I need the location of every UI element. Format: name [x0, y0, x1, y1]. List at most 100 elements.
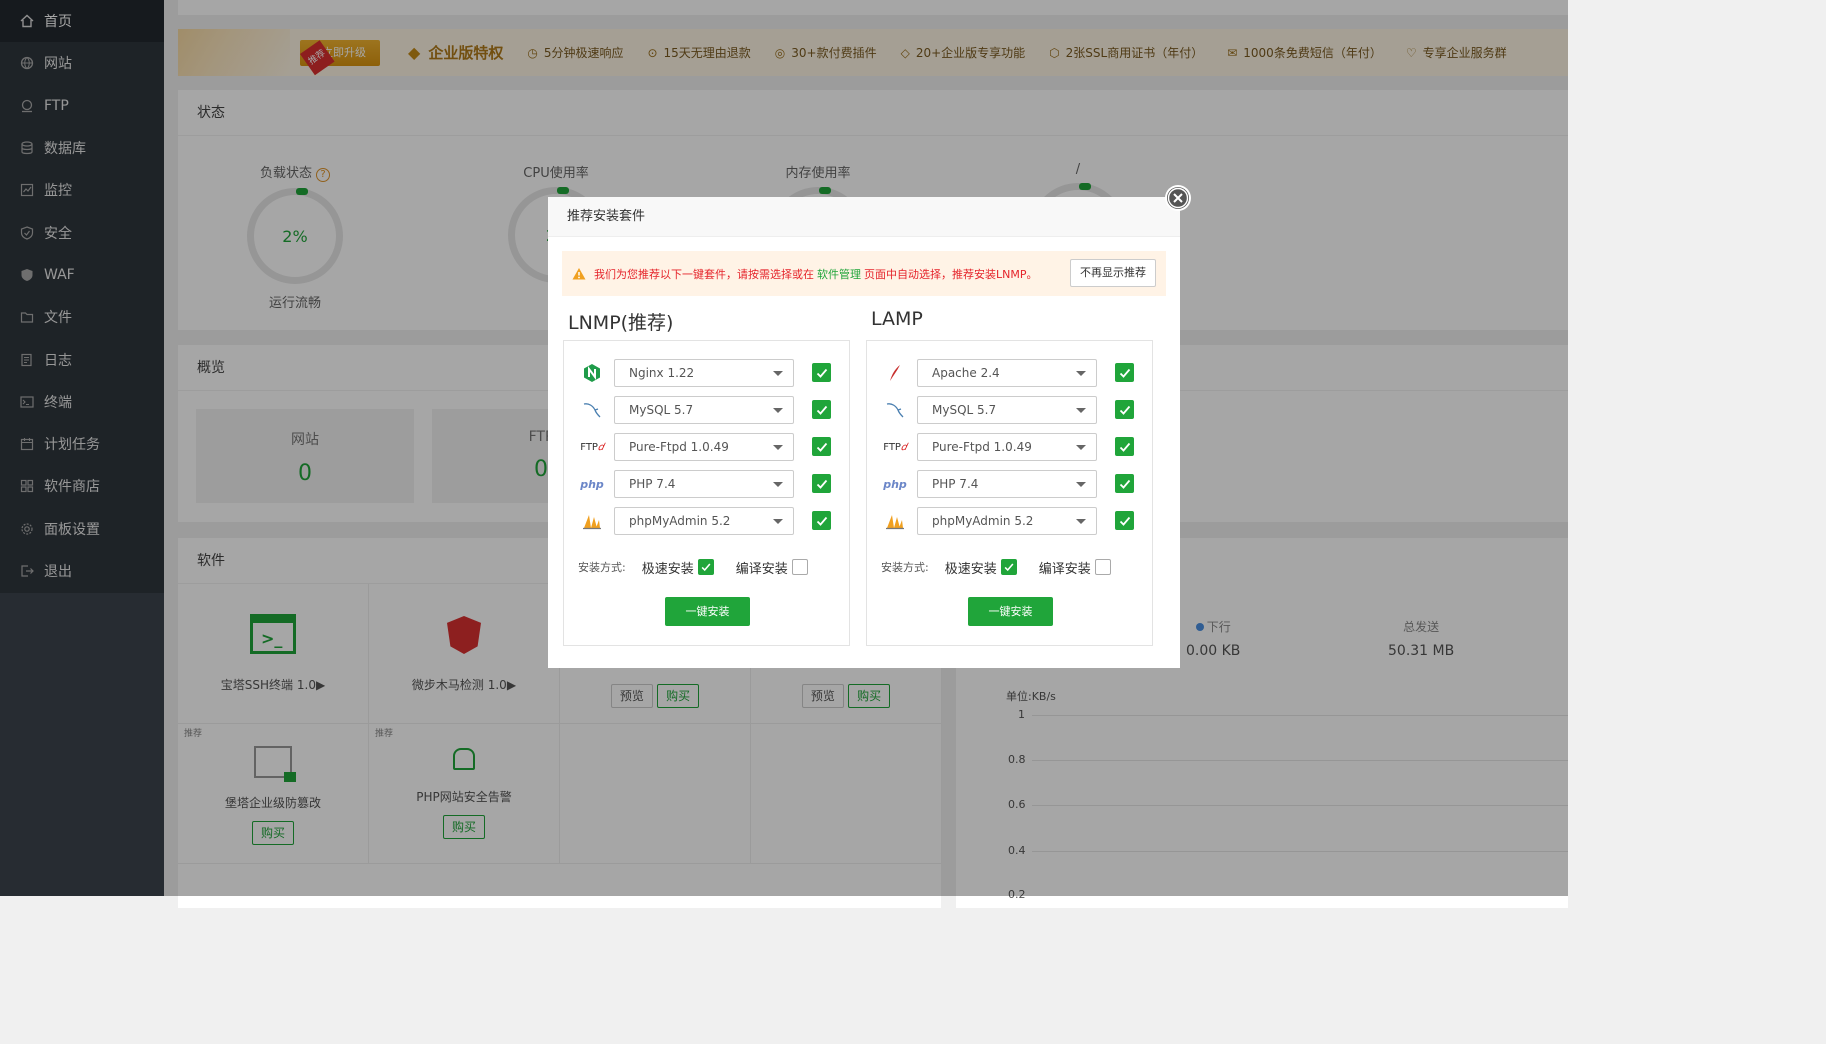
php-checkbox[interactable] [1115, 474, 1134, 493]
apache-version-select[interactable]: Apache 2.4 [917, 359, 1097, 387]
phpmyadmin-icon [578, 510, 606, 532]
php-icon: php [883, 477, 907, 491]
install-method: 安装方式: 极速安装 编译安装 [881, 555, 1151, 579]
pureftpd-checkbox[interactable] [1115, 437, 1134, 456]
apache-checkbox[interactable] [1115, 363, 1134, 382]
checkmark-icon [816, 516, 827, 526]
lnmp-row-db: MySQL 5.7 [564, 395, 849, 425]
apache-feather-icon [881, 362, 909, 384]
chevron-down-icon [773, 408, 783, 413]
mysql-version-select[interactable]: MySQL 5.7 [917, 396, 1097, 424]
select-value: MySQL 5.7 [932, 403, 997, 417]
install-method-label: 安装方式: [578, 561, 626, 574]
phpmyadmin-version-select[interactable]: phpMyAdmin 5.2 [614, 507, 794, 535]
lnmp-row-pma: phpMyAdmin 5.2 [564, 506, 849, 536]
notice-text-pre: 我们为您推荐以下一键套件，请按需选择或在 [594, 267, 814, 281]
php-version-select[interactable]: PHP 7.4 [917, 470, 1097, 498]
checkmark-icon [1119, 479, 1130, 489]
select-value: phpMyAdmin 5.2 [629, 514, 731, 528]
compile-install-option[interactable]: 编译安装 [736, 558, 808, 577]
lamp-install-button[interactable]: 一键安装 [968, 597, 1053, 626]
checkmark-icon [701, 563, 711, 572]
checkmark-icon [816, 405, 827, 415]
lamp-title: LAMP [871, 308, 923, 330]
nginx-checkbox[interactable] [812, 363, 831, 382]
mysql-dolphin-icon [881, 399, 909, 421]
pureftpd-checkbox[interactable] [812, 437, 831, 456]
fast-install-checkbox[interactable] [1000, 559, 1017, 575]
compile-install-checkbox[interactable] [1094, 559, 1111, 575]
pureftpd-version-select[interactable]: Pure-Ftpd 1.0.49 [614, 433, 794, 461]
mysql-checkbox[interactable] [812, 400, 831, 419]
recommend-notice: 我们为您推荐以下一键套件，请按需选择或在 软件管理 页面中自动选择，推荐安装LN… [562, 251, 1166, 296]
install-method: 安装方式: 极速安装 编译安装 [578, 555, 848, 579]
chevron-down-icon [1076, 371, 1086, 376]
select-value: Apache 2.4 [932, 366, 1000, 380]
checkmark-icon [1004, 563, 1014, 572]
compile-install-option[interactable]: 编译安装 [1039, 558, 1111, 577]
option-label: 极速安装 [944, 561, 997, 577]
select-value: Pure-Ftpd 1.0.49 [629, 440, 729, 454]
ftp-logo-icon: FTP𝑑 [580, 441, 604, 453]
mysql-dolphin-icon [578, 399, 606, 421]
checkmark-icon [816, 368, 827, 378]
select-value: Nginx 1.22 [629, 366, 695, 380]
option-label: 极速安装 [641, 561, 694, 577]
fast-install-option[interactable]: 极速安装 [945, 558, 1017, 577]
phpmyadmin-version-select[interactable]: phpMyAdmin 5.2 [917, 507, 1097, 535]
mysql-checkbox[interactable] [1115, 400, 1134, 419]
select-value: Pure-Ftpd 1.0.49 [932, 440, 1032, 454]
install-method-label: 安装方式: [881, 561, 929, 574]
checkmark-icon [1119, 442, 1130, 452]
notice-text-post: 页面中自动选择，推荐安装LNMP。 [864, 267, 1038, 281]
lamp-row-pma: phpMyAdmin 5.2 [867, 506, 1152, 536]
select-value: PHP 7.4 [932, 477, 979, 491]
nginx-version-select[interactable]: Nginx 1.22 [614, 359, 794, 387]
chevron-down-icon [773, 519, 783, 524]
phpmyadmin-checkbox[interactable] [812, 511, 831, 530]
checkmark-icon [816, 479, 827, 489]
fast-install-checkbox[interactable] [697, 559, 714, 575]
php-icon: php [580, 477, 604, 491]
checkmark-icon [1119, 368, 1130, 378]
warning-icon [572, 267, 586, 279]
lnmp-title: LNMP(推荐) [568, 312, 674, 334]
lamp-row-db: MySQL 5.7 [867, 395, 1152, 425]
pureftpd-version-select[interactable]: Pure-Ftpd 1.0.49 [917, 433, 1097, 461]
lamp-row-ftp: FTP𝑑 Pure-Ftpd 1.0.49 [867, 432, 1152, 462]
chevron-down-icon [1076, 519, 1086, 524]
nginx-icon [578, 362, 606, 384]
option-label: 编译安装 [735, 561, 788, 577]
checkmark-icon [816, 442, 827, 452]
chevron-down-icon [1076, 408, 1086, 413]
chevron-down-icon [1076, 482, 1086, 487]
chevron-down-icon [1076, 445, 1086, 450]
compile-install-checkbox[interactable] [791, 559, 808, 575]
chevron-down-icon [773, 482, 783, 487]
checkmark-icon [1119, 516, 1130, 526]
lnmp-install-button[interactable]: 一键安装 [665, 597, 750, 626]
modal-title: 推荐安装套件 [548, 197, 1180, 237]
lnmp-panel: Nginx 1.22 MySQL 5.7 FTP𝑑 Pure-Ftpd 1.0.… [563, 340, 850, 646]
chevron-down-icon [773, 371, 783, 376]
chevron-down-icon [773, 445, 783, 450]
ftp-logo-icon: FTP𝑑 [883, 441, 907, 453]
checkmark-icon [1119, 405, 1130, 415]
hide-recommend-button[interactable]: 不再显示推荐 [1070, 259, 1156, 287]
php-checkbox[interactable] [812, 474, 831, 493]
close-button[interactable] [1165, 185, 1191, 211]
lamp-panel: Apache 2.4 MySQL 5.7 FTP𝑑 Pure-Ftpd 1.0.… [866, 340, 1153, 646]
select-value: PHP 7.4 [629, 477, 676, 491]
recommend-install-modal: 推荐安装套件 我们为您推荐以下一键套件，请按需选择或在 软件管理 页面中自动选择… [548, 185, 1191, 668]
mysql-version-select[interactable]: MySQL 5.7 [614, 396, 794, 424]
php-version-select[interactable]: PHP 7.4 [614, 470, 794, 498]
phpmyadmin-checkbox[interactable] [1115, 511, 1134, 530]
fast-install-option[interactable]: 极速安装 [642, 558, 714, 577]
lnmp-row-ftp: FTP𝑑 Pure-Ftpd 1.0.49 [564, 432, 849, 462]
option-label: 编译安装 [1038, 561, 1091, 577]
lnmp-row-web: Nginx 1.22 [564, 358, 849, 388]
lnmp-row-php: php PHP 7.4 [564, 469, 849, 499]
software-manage-link[interactable]: 软件管理 [817, 266, 861, 282]
close-icon [1167, 187, 1189, 209]
select-value: phpMyAdmin 5.2 [932, 514, 1034, 528]
